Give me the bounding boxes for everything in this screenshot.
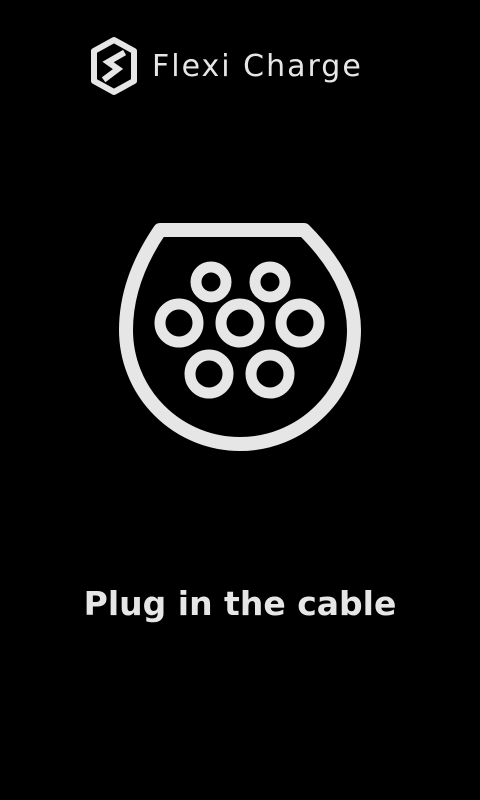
brand-name: Flexi Charge [152, 49, 363, 84]
ev-charger-plug-icon [119, 223, 361, 451]
app-header: Flexi Charge [0, 36, 480, 100]
instruction-text: Plug in the cable [83, 584, 397, 623]
flexi-charge-logo-icon [91, 37, 137, 95]
